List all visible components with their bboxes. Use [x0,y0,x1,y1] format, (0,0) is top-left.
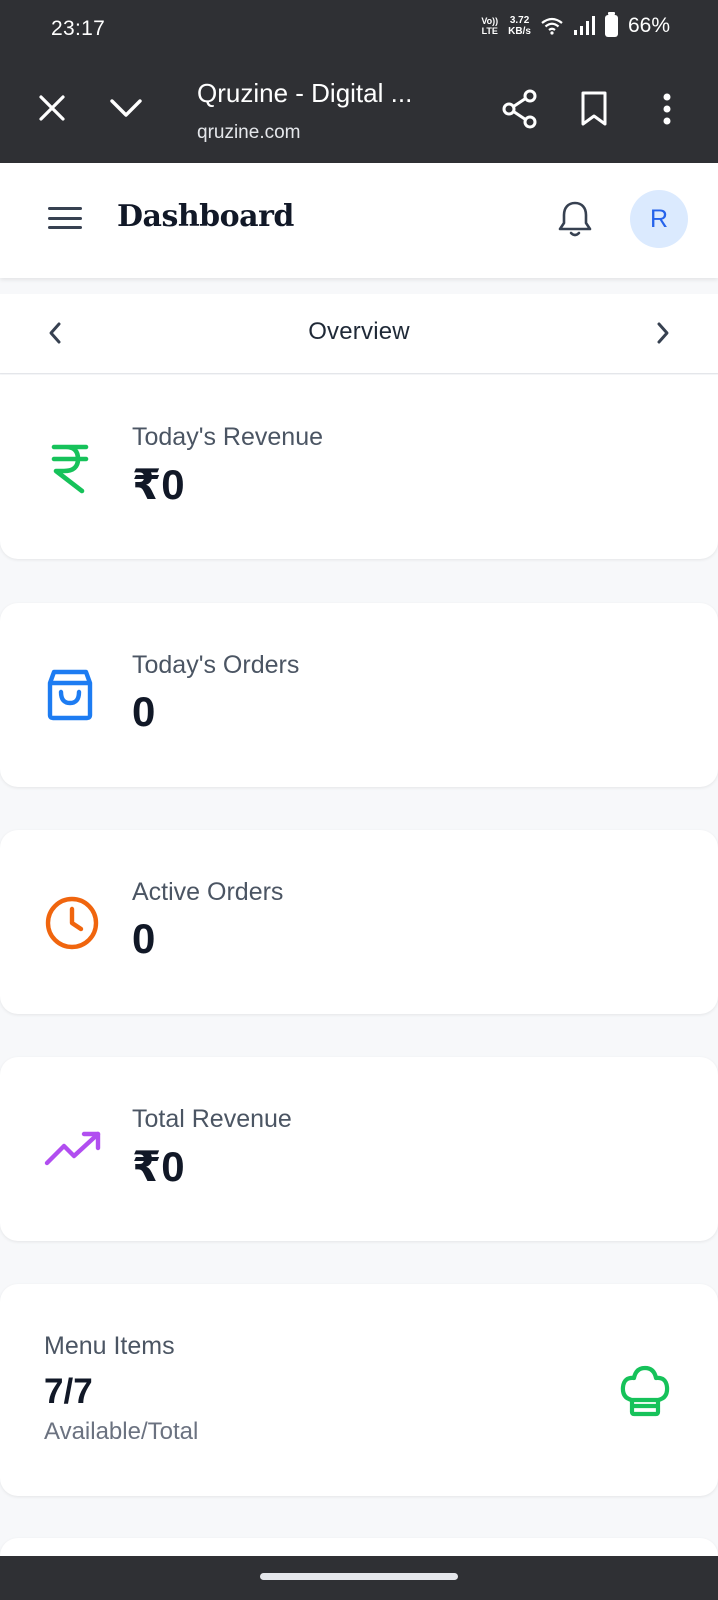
browser-toolbar: Qruzine - Digital ... qruzine.com [0,58,718,163]
next-button[interactable] [654,320,672,351]
card-label: Today's Revenue [132,423,324,451]
todays-revenue-card: Today's Revenue ₹0 [0,375,718,559]
clock-icon [44,895,100,956]
status-icons: Vo)) LTE 3.72 KB/s 66% [481,12,670,38]
todays-orders-card: Today's Orders 0 [0,603,718,787]
card-value: ₹0 [132,1143,185,1190]
rupee-icon [44,441,94,500]
battery-percent: 66% [627,14,670,37]
card-label: Active Orders [132,878,284,906]
trending-up-icon [44,1129,102,1174]
overview-title: Overview [308,318,410,345]
card-value: 7/7 [44,1372,93,1411]
overview-nav: Overview [0,294,718,374]
menu-items-card: Menu Items 7/7 Available/Total [0,1284,718,1496]
more-options-button[interactable] [654,88,680,130]
chef-hat-icon [618,1364,672,1423]
card-label: Total Revenue [132,1105,292,1133]
card-subtitle: Available/Total [44,1418,199,1445]
page-title: Dashboard [117,199,294,234]
network-speed: 3.72 KB/s [508,15,531,37]
minimize-tab-button[interactable] [104,88,148,128]
wifi-icon [541,17,563,35]
notifications-button[interactable] [556,199,594,244]
shopping-bag-icon [44,667,96,726]
total-revenue-card: Total Revenue ₹0 [0,1057,718,1241]
tab-title: Qruzine - Digital ... [197,78,413,108]
card-label: Today's Orders [132,651,300,679]
battery-icon [604,12,618,37]
status-bar: 23:17 Vo)) LTE 3.72 KB/s 66% [0,0,718,58]
tab-url: qruzine.com [197,122,301,143]
card-value: ₹0 [132,461,185,508]
volte-indicator: Vo)) LTE [481,16,499,36]
share-button[interactable] [500,86,540,132]
card-value: 0 [132,915,156,962]
card-value: 0 [132,688,156,735]
share-icon [502,89,537,129]
chevron-down-icon [110,99,142,117]
system-navigation-bar [0,1556,718,1600]
signal-icon [573,16,595,35]
hamburger-line [48,216,82,220]
avatar[interactable]: R [630,190,688,248]
chevron-right-icon [657,322,669,344]
bookmark-button[interactable] [578,88,610,130]
status-time: 23:17 [51,17,106,40]
close-tab-button[interactable] [32,88,72,128]
card-label: Menu Items [44,1332,175,1360]
app-header: Dashboard R [0,163,718,278]
bookmark-icon [581,91,607,126]
more-vertical-icon [663,93,671,125]
menu-button[interactable] [48,203,82,233]
bell-icon [558,201,592,237]
close-icon [39,95,65,121]
active-orders-card: Active Orders 0 [0,830,718,1014]
home-gesture-handle[interactable] [260,1573,458,1580]
hamburger-line [48,226,82,229]
hamburger-line [48,207,82,210]
